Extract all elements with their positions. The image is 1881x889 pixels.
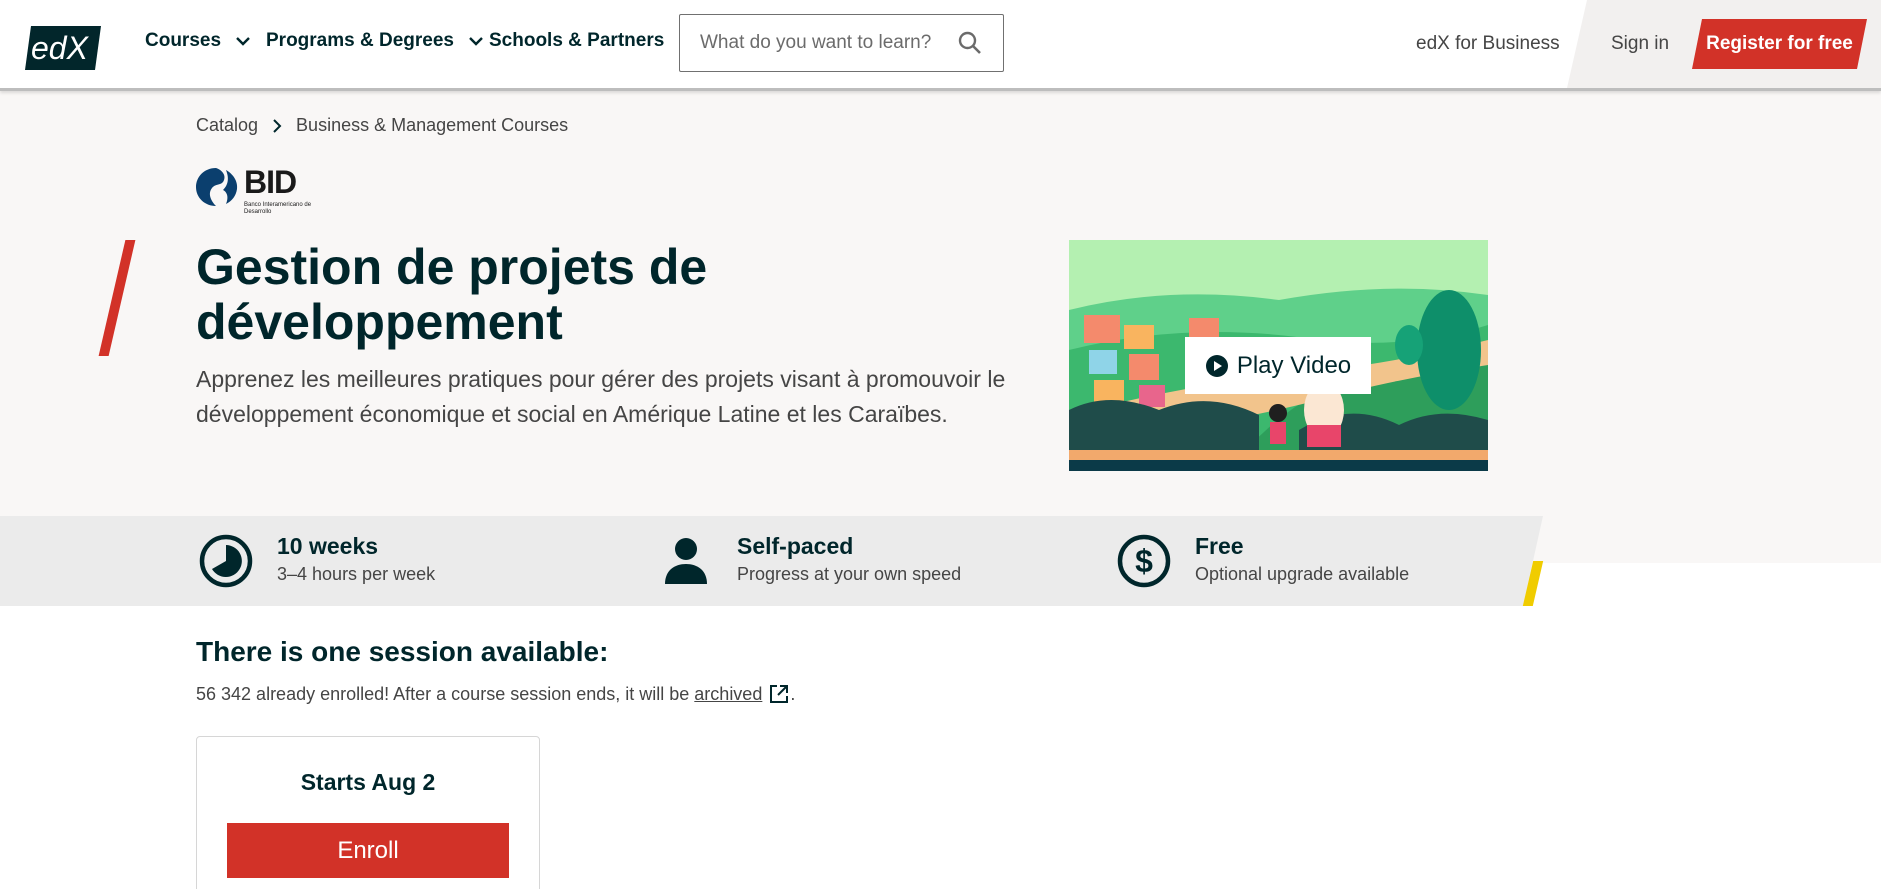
course-subtitle: Apprenez les meilleures pratiques pour g…	[196, 366, 1006, 427]
nav-courses[interactable]: Courses	[145, 30, 251, 52]
course-title: Gestion de projets de développement	[196, 239, 708, 350]
nav-programs-label: Programs & Degrees	[266, 30, 454, 51]
edx-logo[interactable]: edX	[25, 26, 101, 70]
fact-pacing: Self-paced Progress at your own speed	[659, 531, 961, 588]
dollar-icon: $	[1117, 534, 1171, 588]
fact-duration-sub: 3–4 hours per week	[277, 564, 436, 584]
nav-courses-label: Courses	[145, 30, 222, 51]
archived-link[interactable]: archived	[694, 684, 762, 705]
edx-for-business-link[interactable]: edX for Business	[1416, 33, 1560, 55]
fact-duration: 10 weeks 3–4 hours per week	[199, 531, 435, 588]
fact-pacing-title: Self-paced	[737, 533, 854, 559]
search-input[interactable]	[700, 32, 957, 54]
breadcrumb-catalog[interactable]: Catalog	[196, 115, 258, 136]
fact-pacing-sub: Progress at your own speed	[737, 564, 962, 584]
svg-text:edX: edX	[31, 30, 90, 66]
fact-price-sub: Optional upgrade available	[1195, 564, 1410, 584]
session-card: Starts Aug 2 Enroll	[196, 736, 540, 889]
enrollment-trailing: .	[790, 683, 796, 704]
partner-name: BID	[244, 164, 297, 200]
session-heading: There is one session available:	[196, 636, 609, 667]
partner-logo[interactable]: BID Banco Interamericano de Desarrollo	[196, 164, 326, 220]
nav-schools-partners[interactable]: Schools & Partners	[489, 30, 664, 52]
play-icon	[1205, 354, 1228, 377]
chevron-down-icon	[469, 37, 483, 46]
partner-subtitle: Banco Interamericano de Desarrollo	[244, 202, 312, 215]
enrollment-info: 56 342 already enrolled! After a course …	[196, 683, 795, 705]
enrollment-count-text: 56 342 already enrolled! After a course …	[196, 683, 690, 704]
search-icon[interactable]	[957, 30, 983, 56]
fact-price: $ Free Optional upgrade available	[1117, 531, 1409, 588]
nav-programs-degrees[interactable]: Programs & Degrees	[266, 30, 484, 52]
register-button[interactable]: Register for free	[1692, 19, 1867, 69]
clock-icon	[199, 534, 253, 588]
fact-price-title: Free	[1195, 533, 1244, 559]
play-video-label: Play Video	[1236, 351, 1352, 379]
svg-text:$: $	[1135, 543, 1153, 579]
globe-icon	[196, 168, 238, 206]
fact-duration-title: 10 weeks	[277, 533, 379, 559]
breadcrumb-business[interactable]: Business & Management Courses	[296, 115, 568, 136]
search-box	[679, 14, 1004, 72]
session-start-date: Starts Aug 2	[300, 769, 436, 795]
chevron-right-icon	[273, 118, 282, 133]
site-header: edX Courses Programs & Degrees Schools &…	[0, 0, 1881, 91]
nav-schools-label: Schools & Partners	[489, 30, 665, 51]
play-video-button[interactable]: Play Video	[1185, 337, 1371, 394]
external-link-icon[interactable]	[768, 683, 790, 705]
enroll-button[interactable]: Enroll	[227, 823, 509, 878]
chevron-down-icon	[236, 37, 250, 46]
breadcrumb: Catalog Business & Management Courses	[196, 115, 568, 136]
sign-in-link[interactable]: Sign in	[1611, 33, 1669, 55]
person-icon	[665, 538, 707, 584]
